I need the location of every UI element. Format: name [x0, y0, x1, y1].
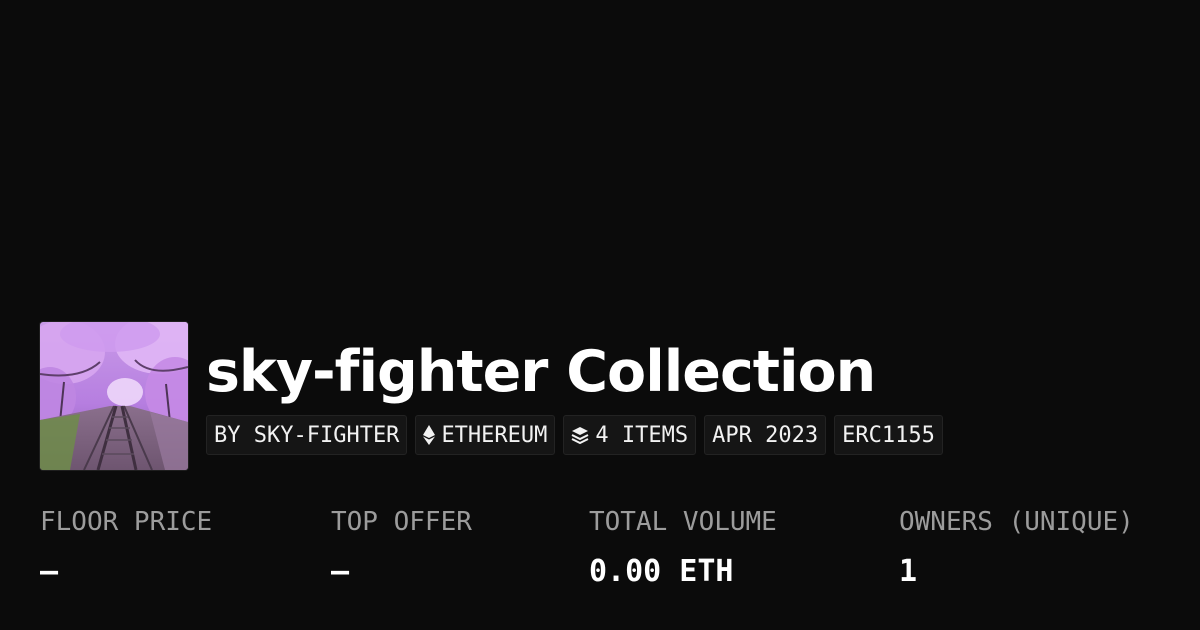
collection-share-card: sky-fighter Collection BY SKY-FIGHTER ET… — [0, 0, 1200, 630]
ethereum-icon — [423, 425, 436, 445]
total-volume-label: TOTAL VOLUME — [589, 507, 777, 537]
items-tag[interactable]: 4 ITEMS — [563, 415, 697, 455]
cherry-blossom-railway-image — [40, 322, 188, 470]
owners-value: 1 — [899, 554, 918, 589]
floor-price-value: – — [40, 554, 59, 589]
date-tag: APR 2023 — [704, 415, 827, 455]
collection-thumbnail — [40, 322, 188, 470]
standard-tag-label: ERC1155 — [842, 422, 935, 448]
owners-label: OWNERS (UNIQUE) — [899, 507, 1134, 537]
layers-icon — [571, 426, 589, 444]
top-offer-label: TOP OFFER — [331, 507, 472, 537]
creator-tag[interactable]: BY SKY-FIGHTER — [206, 415, 408, 455]
chain-tag-label: ETHEREUM — [441, 422, 548, 448]
floor-price-label: FLOOR PRICE — [40, 507, 213, 537]
items-tag-label: 4 ITEMS — [595, 422, 689, 448]
standard-tag: ERC1155 — [834, 415, 943, 455]
total-volume-value: 0.00 ETH — [589, 554, 734, 589]
top-offer-value: – — [331, 554, 350, 589]
collection-title: sky-fighter Collection — [206, 339, 876, 405]
chain-tag[interactable]: ETHEREUM — [415, 415, 556, 455]
creator-tag-label: BY SKY-FIGHTER — [214, 422, 400, 448]
date-tag-label: APR 2023 — [712, 422, 819, 448]
collection-tags: BY SKY-FIGHTER ETHEREUM 4 ITEMS APR 2023… — [206, 415, 943, 455]
